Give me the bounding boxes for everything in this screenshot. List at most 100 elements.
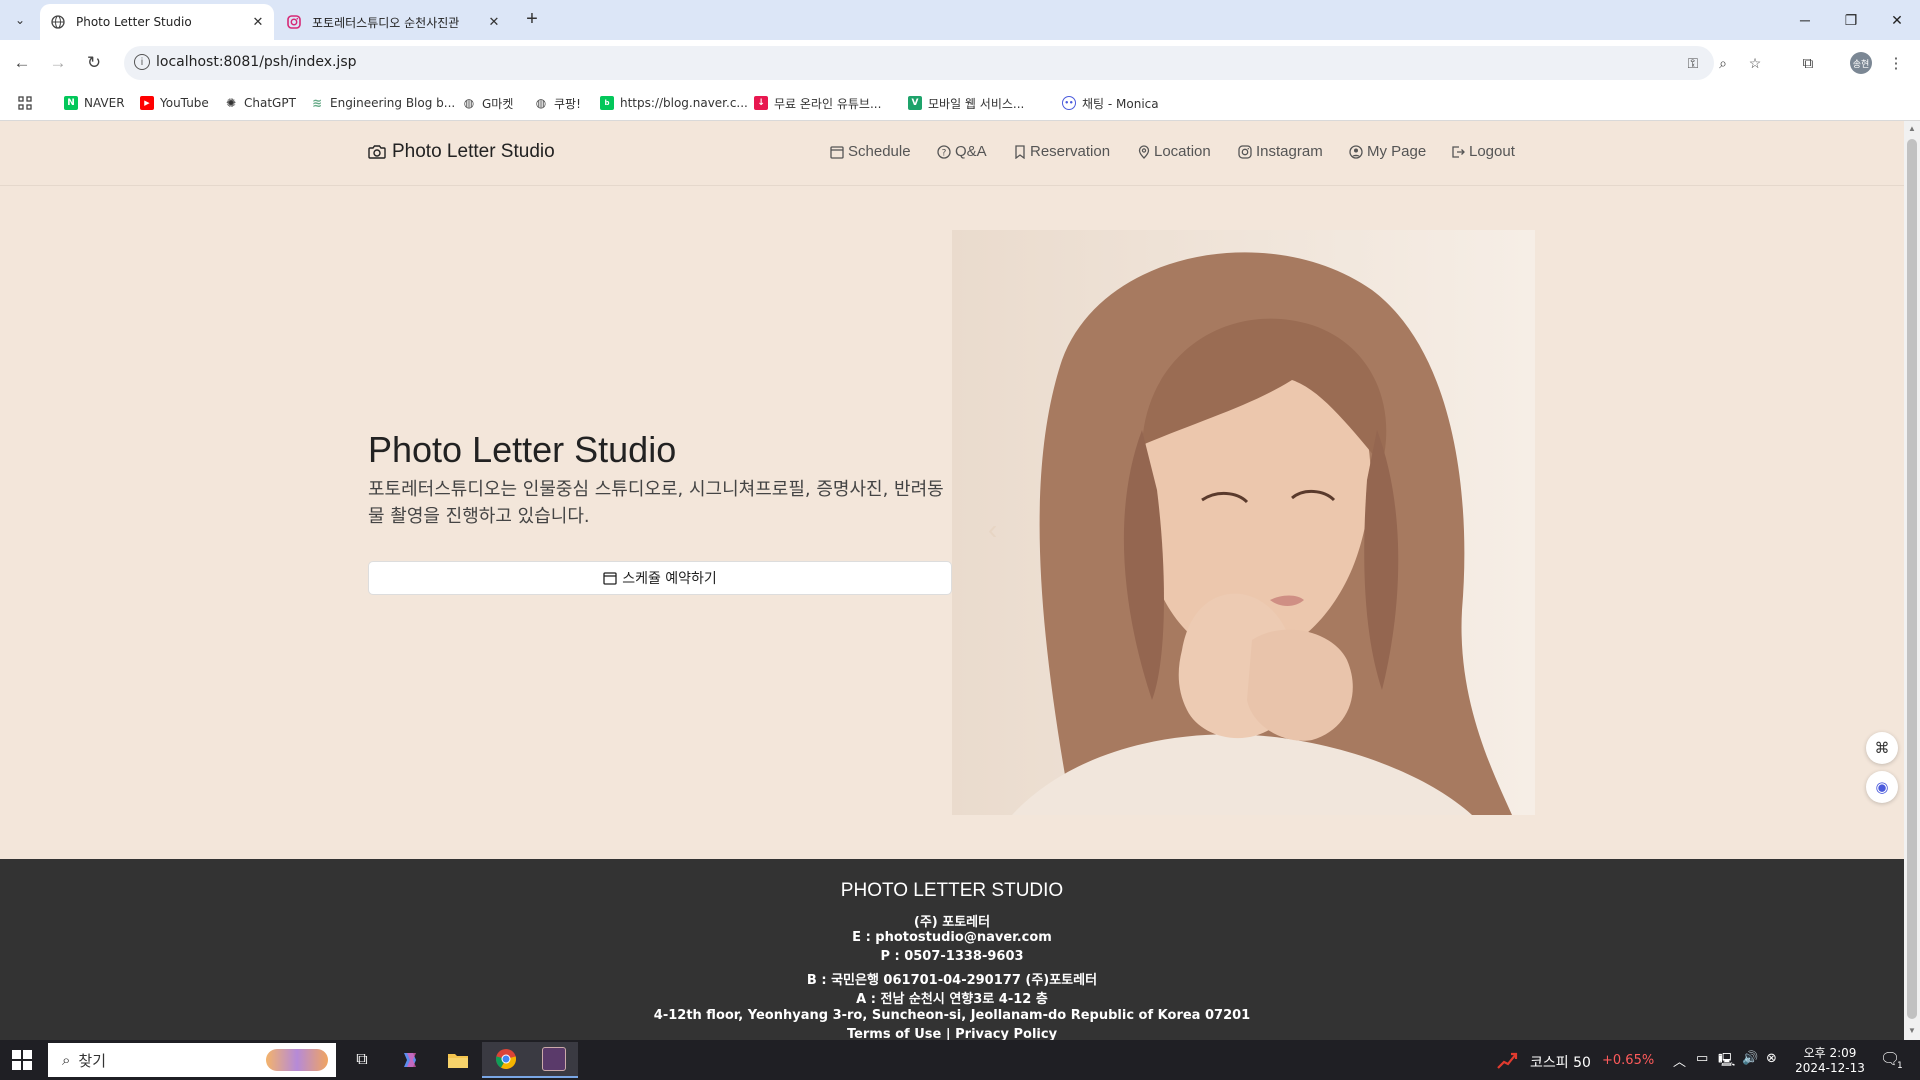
profile-avatar[interactable]: 송현	[1850, 52, 1872, 74]
command-key-icon[interactable]: ⌘	[1866, 732, 1898, 764]
footer-bank: B : 국민은행 061701-04-290177 (주)포토레터	[806, 973, 1098, 988]
bookmark-label: 모바일 웹 서비스...	[928, 96, 1025, 111]
scrollbar-thumb[interactable]	[1907, 139, 1917, 1019]
nav-logout[interactable]: Logout	[1451, 143, 1515, 160]
footer-phone: P : 0507-1338-9603	[880, 949, 1024, 964]
logout-icon	[1452, 145, 1465, 158]
browser-menu-icon[interactable]: ⋮	[1884, 51, 1908, 75]
bookmark-label: https://blog.naver.c...	[620, 96, 748, 110]
copilot-icon[interactable]	[386, 1042, 434, 1078]
bookmark-naver[interactable]: N NAVER	[64, 94, 125, 112]
network-icon[interactable]: 🖳	[1718, 1051, 1735, 1073]
bookmark-star-icon[interactable]: ☆	[1746, 54, 1764, 72]
bookmark-youtube-tool[interactable]: ↓ 무료 온라인 유튜브...	[754, 94, 881, 112]
bookmark-label: 채팅 - Monica	[1082, 96, 1159, 111]
close-window-button[interactable]: ✕	[1874, 0, 1920, 40]
bookmark-label: Engineering Blog b...	[330, 96, 456, 110]
file-explorer-icon[interactable]	[434, 1042, 482, 1078]
chevron-down-icon: ⌄	[14, 13, 26, 27]
nav-label: Location	[1154, 143, 1211, 160]
site-info-icon[interactable]: i	[134, 54, 150, 70]
address-bar[interactable]: i localhost:8081/psh/index.jsp ⚿ ⌕ ☆	[124, 46, 1761, 80]
blog-icon: ≋	[311, 96, 323, 110]
nav-label: My Page	[1367, 143, 1427, 160]
bookmark-label: ChatGPT	[244, 96, 296, 110]
bookmark-coupang[interactable]: ◍ 쿠팡!	[534, 94, 581, 112]
tab-instagram[interactable]: 포토레터스튜디오 순천사진관 ✕	[276, 4, 510, 40]
tab-search-button[interactable]: ⌄	[8, 8, 32, 32]
naver-icon: N	[64, 96, 78, 110]
hero-title: Photo Letter Studio	[368, 429, 677, 470]
url-text[interactable]: localhost:8081/psh/index.jsp	[156, 54, 357, 70]
close-tab-icon[interactable]: ✕	[484, 15, 504, 30]
tab-photo-letter-studio[interactable]: Photo Letter Studio ✕	[40, 4, 274, 40]
site-navbar: Photo Letter Studio Schedule ? Q&A Reser…	[0, 121, 1904, 186]
naver-blog-icon: b	[600, 96, 614, 110]
tray-overflow-icon[interactable]: ︿	[1673, 1051, 1686, 1070]
stock-name[interactable]: 코스피 50	[1530, 1052, 1591, 1072]
forward-button[interactable]: →	[44, 49, 72, 77]
meet-icon[interactable]: ▭	[1696, 1051, 1708, 1066]
task-view-icon[interactable]: ⧉	[338, 1042, 386, 1078]
footer-title: PHOTO LETTER STUDIO	[840, 880, 1064, 901]
extensions-icon[interactable]: ⧉	[1796, 51, 1820, 75]
calendar-icon	[603, 572, 617, 585]
site-brand-link[interactable]: Photo Letter Studio	[368, 141, 555, 163]
scroll-up-icon[interactable]: ▲	[1908, 124, 1916, 133]
taskbar-search[interactable]: ⌕ 찾기	[48, 1043, 336, 1077]
button-label: 스케쥴 예약하기	[622, 571, 717, 587]
bookmark-monica[interactable]: •• 채팅 - Monica	[1062, 94, 1159, 112]
bookmark-youtube[interactable]: ▶ YouTube	[140, 94, 209, 112]
scroll-down-icon[interactable]: ▼	[1908, 1026, 1916, 1035]
v-icon: V	[908, 96, 922, 110]
nav-qna[interactable]: ? Q&A	[937, 143, 987, 160]
volume-icon[interactable]: 🔊	[1742, 1051, 1758, 1066]
minimize-button[interactable]: ─	[1782, 0, 1828, 40]
page-scrollbar[interactable]: ▲ ▼	[1904, 121, 1920, 1040]
footer-links[interactable]: Terms of Use | Privacy Policy	[0, 1027, 1904, 1040]
apps-grid-icon[interactable]	[18, 94, 32, 112]
back-button[interactable]: ←	[8, 49, 36, 77]
footer-address-kr: A : 전남 순천시 연향3로 4-12 층	[856, 992, 1048, 1007]
status-icon[interactable]: ⊗	[1766, 1051, 1777, 1066]
user-circle-icon	[1349, 144, 1363, 159]
nav-my-page[interactable]: My Page	[1349, 143, 1426, 160]
zoom-icon[interactable]: ⌕	[1714, 54, 1732, 72]
bookmark-engineering-blog[interactable]: ≋ Engineering Blog b...	[310, 94, 455, 112]
bookmark-chatgpt[interactable]: ✺ ChatGPT	[224, 94, 296, 112]
stock-change: +0.65%	[1602, 1053, 1655, 1068]
nav-instagram[interactable]: Instagram	[1238, 143, 1323, 160]
nav-schedule[interactable]: Schedule	[830, 143, 911, 160]
brand-text: Photo Letter Studio	[392, 141, 555, 162]
hero-description: 포토레터스튜디오는 인물중심 스튜디오로, 시그니쳐프로필, 증명사진, 반려동…	[368, 479, 944, 527]
close-tab-icon[interactable]: ✕	[248, 15, 268, 30]
password-key-icon[interactable]: ⚿	[1684, 54, 1702, 72]
bookmark-mobile-web[interactable]: V 모바일 웹 서비스...	[908, 94, 1024, 112]
stock-chart-icon[interactable]	[1496, 1050, 1520, 1074]
reload-button[interactable]: ↻	[80, 49, 108, 77]
question-circle-icon: ?	[937, 144, 951, 159]
new-tab-button[interactable]: +	[520, 8, 544, 32]
bookmark-label: 쿠팡!	[554, 96, 581, 111]
site-footer: PHOTO LETTER STUDIO (주) 포토레터 E : photost…	[0, 859, 1904, 1040]
search-icon: ⌕	[62, 1051, 71, 1069]
carousel-prev-icon[interactable]: ‹	[988, 514, 997, 546]
monica-assistant-icon[interactable]: ◉	[1866, 771, 1898, 803]
chrome-icon[interactable]	[482, 1042, 530, 1078]
clock-date[interactable]: 2024-12-13	[1794, 1061, 1866, 1075]
nav-location[interactable]: Location	[1138, 143, 1211, 160]
windows-start-icon[interactable]	[12, 1050, 32, 1075]
clock-time[interactable]: 오후 2:09	[1800, 1044, 1860, 1061]
restore-button[interactable]: ❐	[1828, 0, 1874, 40]
map-pin-icon	[1138, 144, 1150, 159]
nav-reservation[interactable]: Reservation	[1014, 143, 1110, 160]
schedule-reservation-button[interactable]: 스케쥴 예약하기	[368, 561, 952, 595]
bookmark-naver-blog[interactable]: b https://blog.naver.c...	[600, 94, 748, 112]
game-app-icon[interactable]	[530, 1042, 578, 1078]
bookmark-gmarket[interactable]: ◍ G마켓	[462, 94, 514, 112]
download-icon: ↓	[754, 96, 768, 110]
bookmark-icon	[1015, 144, 1025, 159]
monica-icon: ••	[1062, 96, 1076, 110]
browser-toolbar: ← → ↻ i localhost:8081/psh/index.jsp ⚿ ⌕…	[0, 40, 1920, 86]
svg-text:?: ?	[942, 148, 947, 158]
